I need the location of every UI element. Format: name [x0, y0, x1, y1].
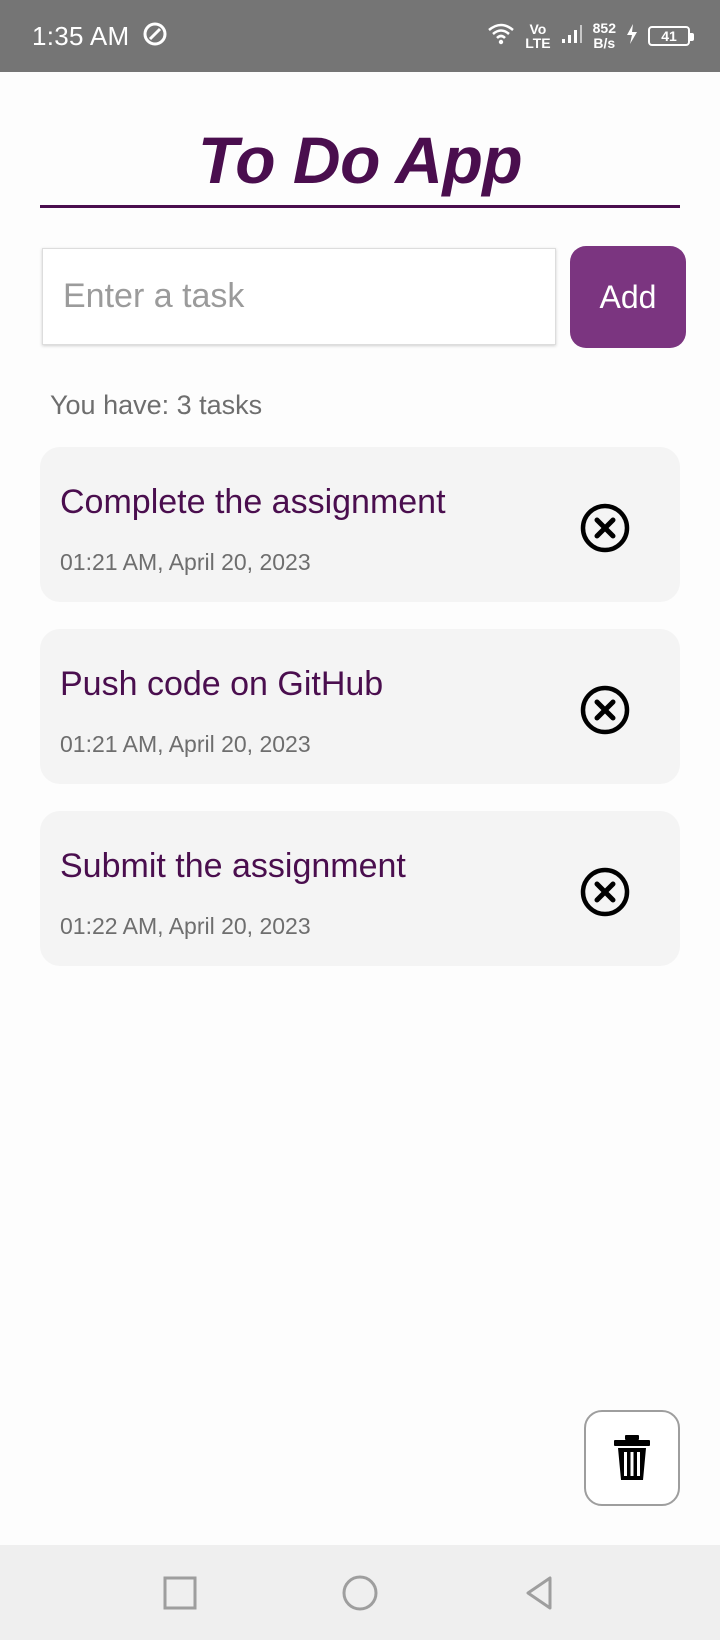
title-divider: [40, 205, 680, 208]
delete-task-button[interactable]: [578, 683, 632, 737]
clear-all-button[interactable]: [584, 1410, 680, 1506]
navigation-bar: [0, 1545, 720, 1640]
task-timestamp: 01:21 AM, April 20, 2023: [60, 731, 311, 757]
screen: 1:35 AM Vo LTE 852 B/s 41 To Do App Ente…: [0, 0, 720, 1640]
task-timestamp: 01:22 AM, April 20, 2023: [60, 913, 311, 939]
volte-bottom: LTE: [525, 35, 551, 51]
close-circle-icon: [580, 685, 630, 735]
status-bar: 1:35 AM Vo LTE 852 B/s 41: [0, 0, 720, 72]
task-list: Complete the assignment 01:21 AM, April …: [40, 447, 680, 993]
task-input[interactable]: [42, 248, 556, 345]
task-count: You have: 3 tasks: [50, 390, 263, 420]
task-card: Push code on GitHub 01:21 AM, April 20, …: [40, 629, 680, 784]
add-button[interactable]: Add: [570, 246, 686, 348]
trash-icon: [614, 1435, 650, 1480]
square-icon: [163, 1576, 197, 1610]
task-card: Complete the assignment 01:21 AM, April …: [40, 447, 680, 602]
data-saver-icon: [142, 21, 168, 52]
battery-level: 41: [661, 28, 677, 44]
status-right: Vo LTE 852 B/s 41: [487, 21, 694, 51]
task-card: Submit the assignment 01:22 AM, April 20…: [40, 811, 680, 966]
nav-recents-button[interactable]: [160, 1573, 200, 1613]
triangle-back-icon: [526, 1576, 552, 1610]
volte-indicator: Vo LTE: [525, 22, 550, 50]
task-title: Push code on GitHub: [60, 665, 384, 703]
wifi-icon: [487, 22, 515, 51]
close-circle-icon: [580, 503, 630, 553]
app-title: To Do App: [197, 123, 523, 197]
task-title: Complete the assignment: [60, 483, 446, 521]
speed-value: 852: [592, 20, 616, 36]
nav-home-button[interactable]: [340, 1573, 380, 1613]
delete-task-button[interactable]: [578, 501, 632, 555]
circle-icon: [342, 1575, 378, 1611]
battery-icon: 41: [648, 26, 694, 46]
speed-unit: B/s: [593, 35, 616, 51]
status-left: 1:35 AM: [32, 21, 168, 52]
task-title: Submit the assignment: [60, 847, 406, 885]
charging-icon: [626, 23, 638, 49]
close-circle-icon: [580, 867, 630, 917]
nav-back-button[interactable]: [520, 1573, 560, 1613]
signal-icon: [561, 24, 583, 49]
task-timestamp: 01:21 AM, April 20, 2023: [60, 549, 311, 575]
delete-task-button[interactable]: [578, 865, 632, 919]
status-time: 1:35 AM: [32, 20, 130, 51]
network-speed: 852 B/s: [593, 21, 616, 51]
